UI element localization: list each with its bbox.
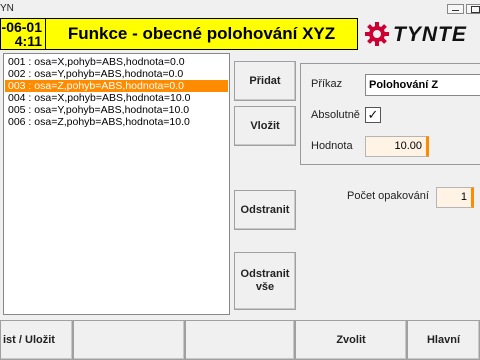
command-list[interactable]: 001 : osa=X,pohyb=ABS,hodnota=0.0 002 : … [3,53,230,315]
insert-button[interactable]: Vložit [234,106,296,146]
list-item[interactable]: 005 : osa=Y,pohyb=ABS,hodnota=10.0 [5,104,228,116]
value-field[interactable]: 10.00 [365,136,429,157]
remove-button[interactable]: Odstranit [234,190,296,230]
footer-toolbar: ist / Uložit Zvolit Hlavní [0,320,480,360]
remove-all-label-line2: vše [255,281,275,293]
list-item[interactable]: 006 : osa=Z,pohyb=ABS,hodnota=10.0 [5,116,228,128]
list-item[interactable]: 002 : osa=Y,pohyb=ABS,hodnota=0.0 [5,68,228,80]
repeat-count-field[interactable]: 1 [436,187,474,208]
header: -06-01 4:11 Funkce - obecné polohování X… [0,18,480,50]
select-button[interactable]: Zvolit [295,320,407,360]
add-button[interactable]: Přidat [234,61,296,101]
repeat-count-label: Počet opakování [347,190,429,202]
page-title: Funkce - obecné polohování XYZ [45,18,358,50]
window-title: YN [0,3,14,14]
footer-button-3[interactable] [185,320,295,360]
maximize-icon[interactable] [466,4,480,14]
window-titlebar: YN [0,0,480,18]
value-label: Hodnota [311,140,353,152]
command-panel: Příkaz Polohování Z Absolutně ✓ Hodnota … [300,63,480,165]
datetime-box: -06-01 4:11 [0,18,46,50]
gear-logo-icon [365,22,389,46]
time-text: 4:11 [14,33,42,49]
list-item[interactable]: 004 : osa=X,pohyb=ABS,hodnota=10.0 [5,92,228,104]
command-field[interactable]: Polohování Z [365,74,480,96]
command-label: Příkaz [311,78,343,90]
list-item[interactable]: 001 : osa=X,pohyb=ABS,hodnota=0.0 [5,56,228,68]
list-item[interactable]: 003 : osa=Z,pohyb=ABS,hodnota=0.0 [5,80,228,92]
absolute-checkbox[interactable]: ✓ [365,107,381,123]
remove-all-button[interactable]: Odstranit vše [234,252,296,310]
minimize-icon[interactable] [447,4,464,14]
brand-name: TYNTE [393,23,467,46]
absolute-label: Absolutně [311,109,360,121]
main-menu-button[interactable]: Hlavní [407,320,480,360]
footer-button-2[interactable] [73,320,185,360]
remove-all-label-line1: Odstranit [240,268,290,280]
save-button[interactable]: ist / Uložit [0,320,73,360]
